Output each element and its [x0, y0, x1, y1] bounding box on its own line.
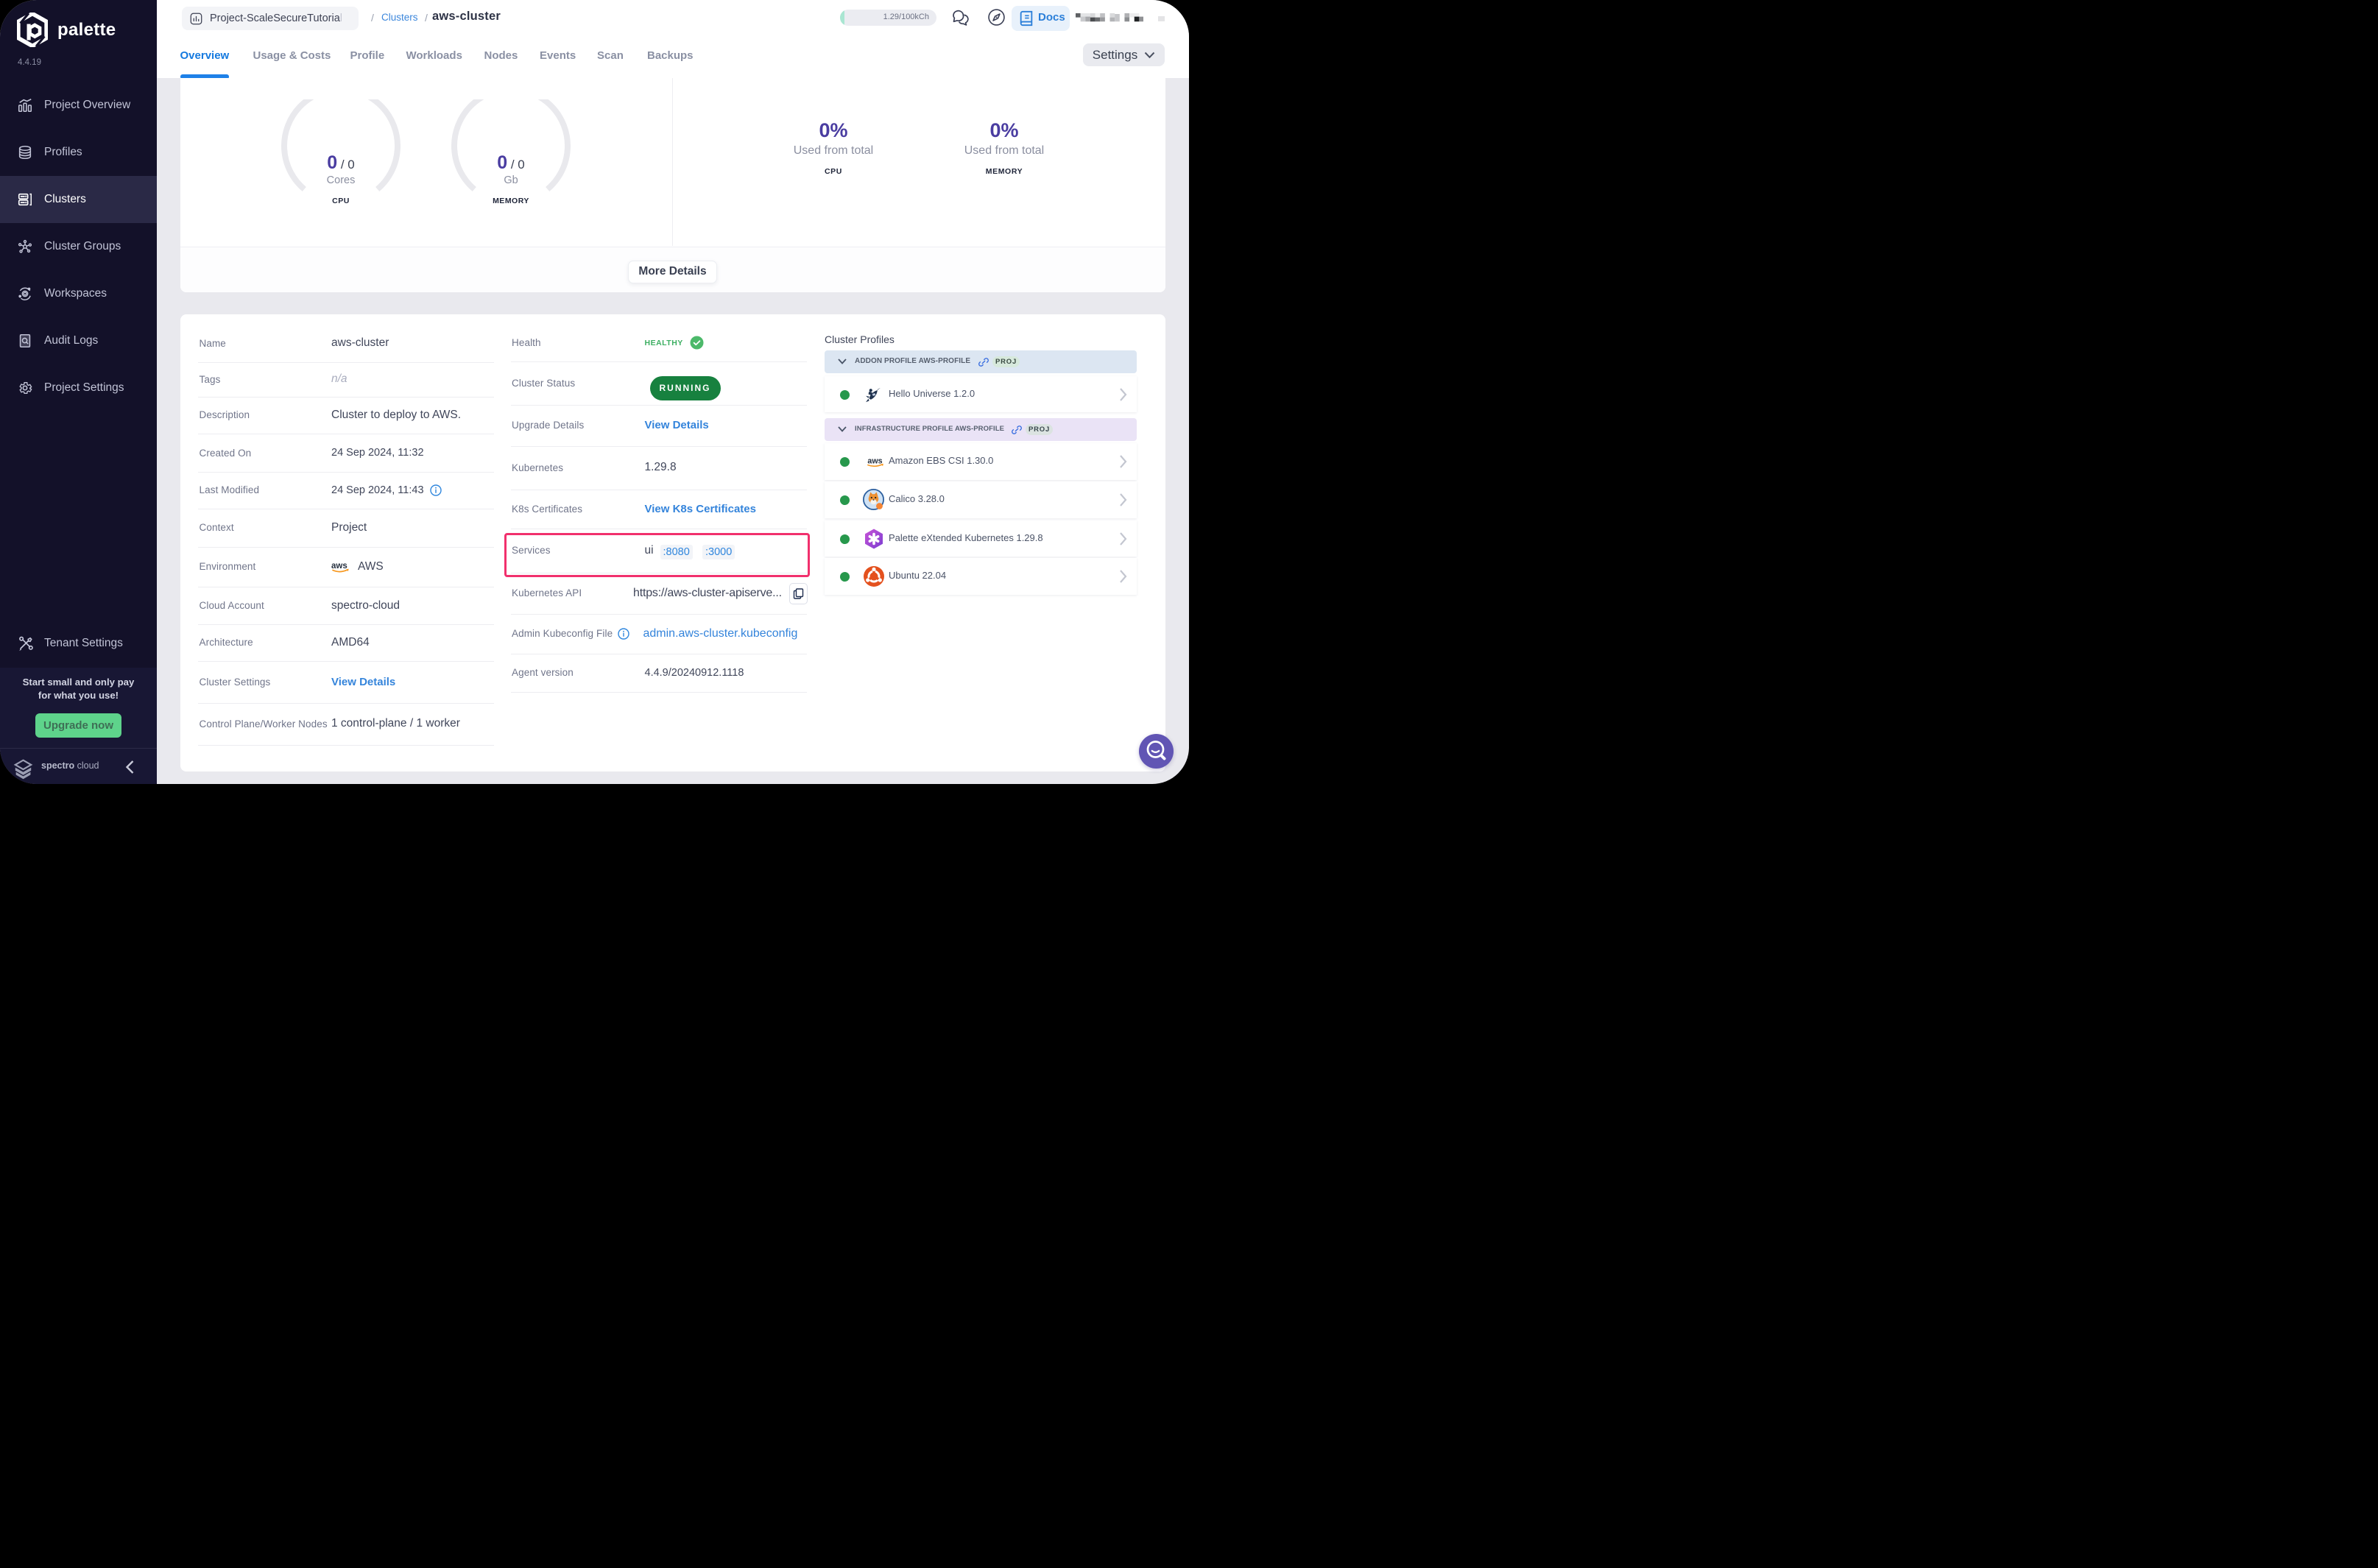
svg-text:aws: aws [331, 562, 347, 571]
svg-text:aws: aws [867, 456, 882, 465]
